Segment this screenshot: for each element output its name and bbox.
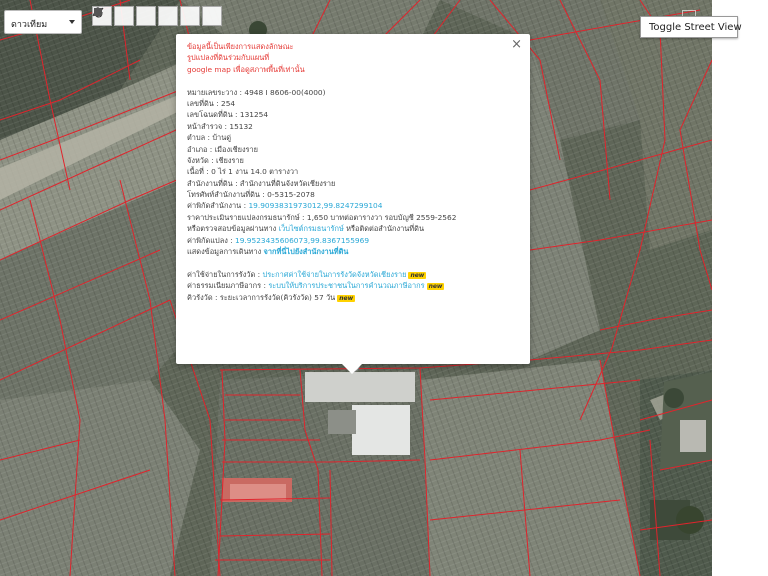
new-badge: new [337,294,356,302]
treasury-website-link[interactable]: เว็บไซต์กรมธนารักษ์ [279,224,344,233]
tax-fee-row: ค่าธรรมเนียมภาษีอากร : ระบบให้บริการประช… [187,281,445,291]
field-survey-page: หน้าสำรวจ : 15132 [187,121,253,131]
satellite-map[interactable]: ดาวเทียม × ข้อมูลนี้เป็นเพียงการแสดงลักษ… [0,0,768,576]
chevron-down-icon [69,20,75,24]
notice-line: รูปแปลงที่ดินร่วมกับแผนที่ [187,53,270,63]
polyline-icon[interactable] [92,6,156,26]
marker-icon[interactable] [95,6,134,26]
parcel-coordinate-link[interactable]: 19.9523435606073,99.8367155969 [235,236,369,245]
field-subdistrict: ตำบล : บ้านดู่ [187,133,232,143]
route-row: แสดงข้อมูลการเดินทาง จากที่นี่ไปยังสำนัก… [187,247,349,257]
field-land-number: เลขที่ดิน : 254 [187,98,236,108]
map-type-select[interactable]: ดาวเทียม [4,10,82,34]
tax-fee-link[interactable]: ระบบให้บริการประชาชนในการคำนวณภาษีอากร [268,281,424,290]
survey-cost-link[interactable]: ประกาศค่าใช้จ่ายในการรังวัดจังหวัดเชียงร… [263,270,407,279]
new-badge: new [426,283,445,291]
new-badge: new [408,271,427,279]
field-province: จังหวัด : เชียงราย [187,155,244,165]
field-deed-number: เลขโฉนดที่ดิน : 131254 [187,110,269,120]
polygon-icon[interactable] [94,6,222,26]
appraisal-price: ราคาประเมินรายแปลงกรมธนารักษ์ : 1,650 บา… [187,212,457,222]
field-office-phone: โทรศัพท์สำนักงานที่ดิน : 0-5315-2078 [187,190,315,200]
notice-line: google map เพื่อดูสภาพพื้นที่เท่านั้น [187,64,305,74]
field-land-office: สำนักงานที่ดิน : สำนักงานที่ดินจังหวัดเช… [187,178,336,188]
route-link[interactable]: จากที่นี่ไปยังสำนักงานที่ดิน [264,247,349,256]
page-margin [712,0,768,576]
field-sheet-number: หมายเลขระวาง : 4948 I 8606-00(4000) [187,87,326,97]
parcel-coordinate-row: ค่าพิกัดแปลง : 19.9523435606073,99.83671… [187,235,370,245]
map-type-label: ดาวเทียม [11,20,48,30]
field-area: เนื้อที่ : 0 ไร่ 1 งาน 14.0 ตารางวา [187,167,299,177]
survey-queue-row: คิวรังวัด : ระยะเวลาการรังวัด(คิวรังวัด)… [187,292,356,302]
office-coordinate-row: ค่าพิกัดสำนักงาน : 19.9093831973012,99.8… [187,201,383,211]
rectangle-icon[interactable] [94,6,178,26]
field-district: อำเภอ : เมืองเชียงราย [187,144,259,154]
notice-line: ข้อมูลนี้เป็นเพียงการแสดงลักษณะ [187,42,294,51]
circle-icon[interactable] [94,6,200,26]
survey-queue-text: ระยะเวลาการรังวัด(คิวรังวัด) 57 วัน [219,292,336,302]
toggle-street-view-button[interactable]: Toggle Street View [640,16,742,38]
drawing-toolbar [92,6,222,26]
survey-cost-row: ค่าใช้จ่ายในการรังวัด : ประกาศค่าใช้จ่าย… [187,269,427,279]
map-imagery[interactable]: ดาวเทียม × ข้อมูลนี้เป็นเพียงการแสดงลักษ… [0,0,712,576]
parcel-info-popup: × ข้อมูลนี้เป็นเพียงการแสดงลักษณะ รูปแปล… [176,34,530,374]
check-info-row: หรือตรวจสอบข้อมูลผ่านทาง เว็บไซต์กรมธนาร… [187,224,425,234]
office-coordinate-link[interactable]: 19.9093831973012,99.8247299104 [248,201,382,210]
